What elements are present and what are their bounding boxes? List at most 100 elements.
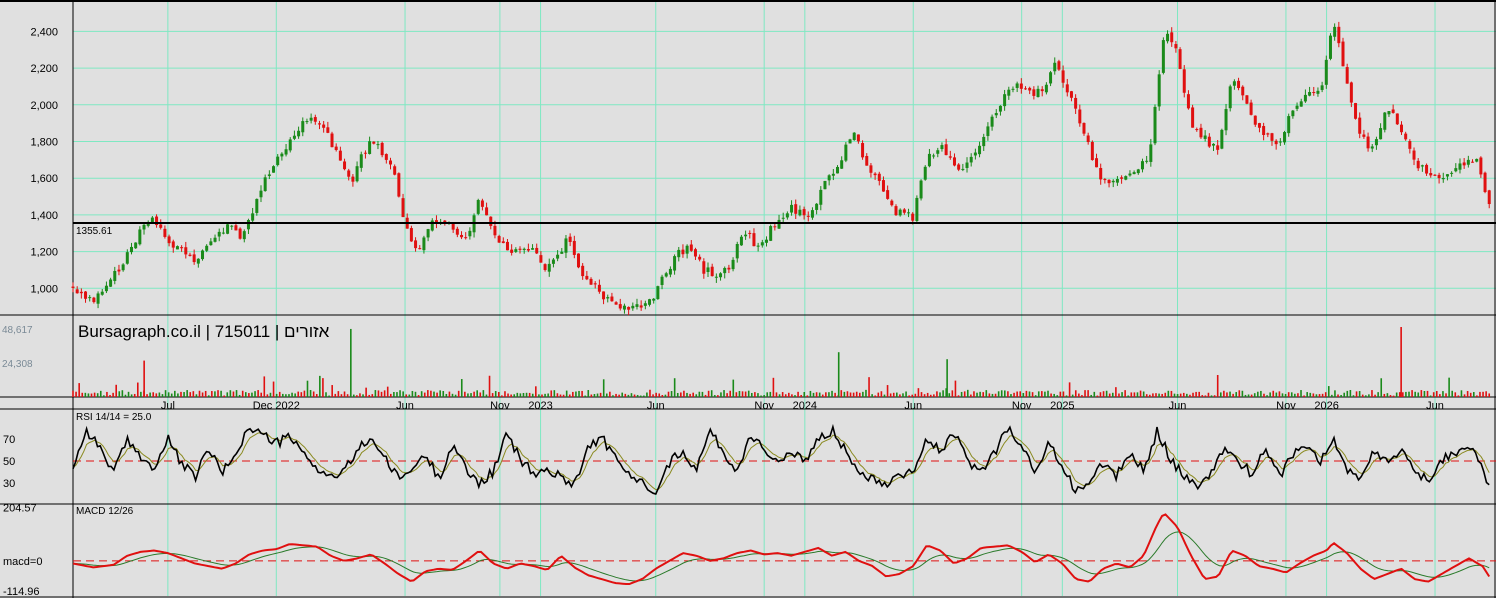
volume-bar — [451, 393, 454, 397]
candle-body — [292, 135, 296, 139]
candle-body — [1065, 84, 1069, 93]
volume-bar — [1349, 390, 1352, 397]
candle-body — [810, 210, 814, 218]
volume-bar — [1133, 392, 1136, 397]
volume-bar — [390, 393, 392, 397]
macd-tick-label: macd=0 — [3, 556, 42, 568]
candle-body — [1257, 123, 1261, 128]
volume-bar — [726, 393, 728, 397]
volume-bar — [297, 391, 300, 397]
candle-body — [1454, 168, 1458, 172]
volume-bar — [494, 391, 497, 397]
candle-body — [334, 146, 338, 150]
candle-body — [785, 213, 789, 218]
volume-bar — [991, 393, 994, 397]
candle-body — [656, 286, 660, 299]
candle-body — [1387, 111, 1391, 115]
candle-body — [71, 286, 75, 288]
volume-bar — [470, 393, 472, 397]
candle-body — [1366, 136, 1370, 149]
volume-bar — [905, 391, 907, 397]
volume-bar — [81, 392, 84, 397]
candle-body — [539, 255, 543, 263]
candle-body — [1049, 72, 1053, 84]
volume-bar — [121, 390, 124, 397]
volume-bar — [1365, 395, 1367, 397]
volume-bar — [214, 391, 216, 397]
candle-body — [1312, 92, 1316, 94]
candle-body — [861, 143, 865, 158]
volume-bar — [559, 394, 562, 397]
volume-bar — [720, 392, 722, 397]
volume-bar — [590, 394, 593, 397]
candle-body — [1337, 26, 1341, 44]
candle-body — [627, 306, 631, 310]
candle-body — [739, 236, 743, 246]
volume-bar — [1429, 395, 1432, 397]
volume-bar — [93, 392, 96, 397]
volume-bar — [1022, 393, 1025, 397]
volume-bar — [618, 394, 620, 397]
candle-body — [1333, 26, 1337, 37]
volume-bar — [735, 392, 738, 397]
volume-bar — [1136, 392, 1139, 397]
volume-bar — [352, 394, 355, 397]
volume-bar — [1442, 391, 1444, 397]
volume-bar — [174, 390, 176, 397]
volume-bar — [1306, 392, 1308, 397]
candle-body — [1379, 128, 1383, 140]
volume-bar — [1007, 391, 1009, 397]
candle-body — [497, 236, 501, 243]
volume-bar — [1108, 393, 1111, 397]
volume-bar — [766, 392, 769, 397]
volume-bar — [1476, 395, 1478, 397]
volume-bar — [1019, 391, 1022, 397]
volume-bar — [1414, 391, 1416, 397]
candle-body — [1057, 61, 1061, 70]
volume-bar — [198, 390, 201, 397]
candle-body — [92, 297, 96, 303]
candle-body — [1404, 133, 1408, 140]
volume-bar — [454, 394, 457, 397]
volume-bar — [1331, 394, 1333, 397]
volume-bar — [1059, 391, 1062, 397]
volume-bar — [1435, 391, 1438, 397]
volume-bar — [1226, 392, 1228, 397]
candle-body — [88, 297, 92, 299]
candle-body — [180, 247, 184, 249]
candle-body — [572, 240, 576, 255]
candle-body — [1120, 177, 1124, 179]
volume-bar — [744, 391, 747, 397]
candle-body — [560, 251, 564, 254]
candle-body — [1220, 129, 1224, 149]
volume-bar — [1309, 392, 1312, 397]
candle-body — [881, 180, 885, 192]
volume-bar — [658, 393, 661, 397]
price-tick-label: 2,200 — [30, 63, 58, 75]
volume-bar — [615, 393, 617, 397]
candle-body — [898, 209, 902, 216]
volume-bar — [497, 392, 500, 397]
volume-bar — [1111, 392, 1114, 397]
volume-bar — [843, 391, 846, 397]
candle-body — [1483, 172, 1487, 193]
volume-bar — [1167, 390, 1170, 397]
volume-bar — [1423, 390, 1426, 397]
volume-bar — [1139, 390, 1142, 397]
volume-bar — [1368, 394, 1370, 397]
candle-body — [1262, 126, 1266, 135]
candle-body — [1086, 135, 1090, 143]
candle-body — [1416, 160, 1420, 169]
candle-body — [802, 209, 806, 216]
candle-body — [1349, 82, 1353, 103]
volume-bar — [1340, 394, 1342, 397]
price-panel: 1355.61 — [71, 21, 1496, 316]
candle-body — [514, 249, 518, 252]
volume-bar — [423, 392, 426, 397]
volume-bar — [149, 392, 151, 397]
volume-bar — [383, 390, 386, 397]
candle-body — [384, 154, 388, 160]
volume-bar — [698, 391, 701, 397]
candle-body — [505, 241, 509, 251]
candle-body — [535, 247, 539, 254]
